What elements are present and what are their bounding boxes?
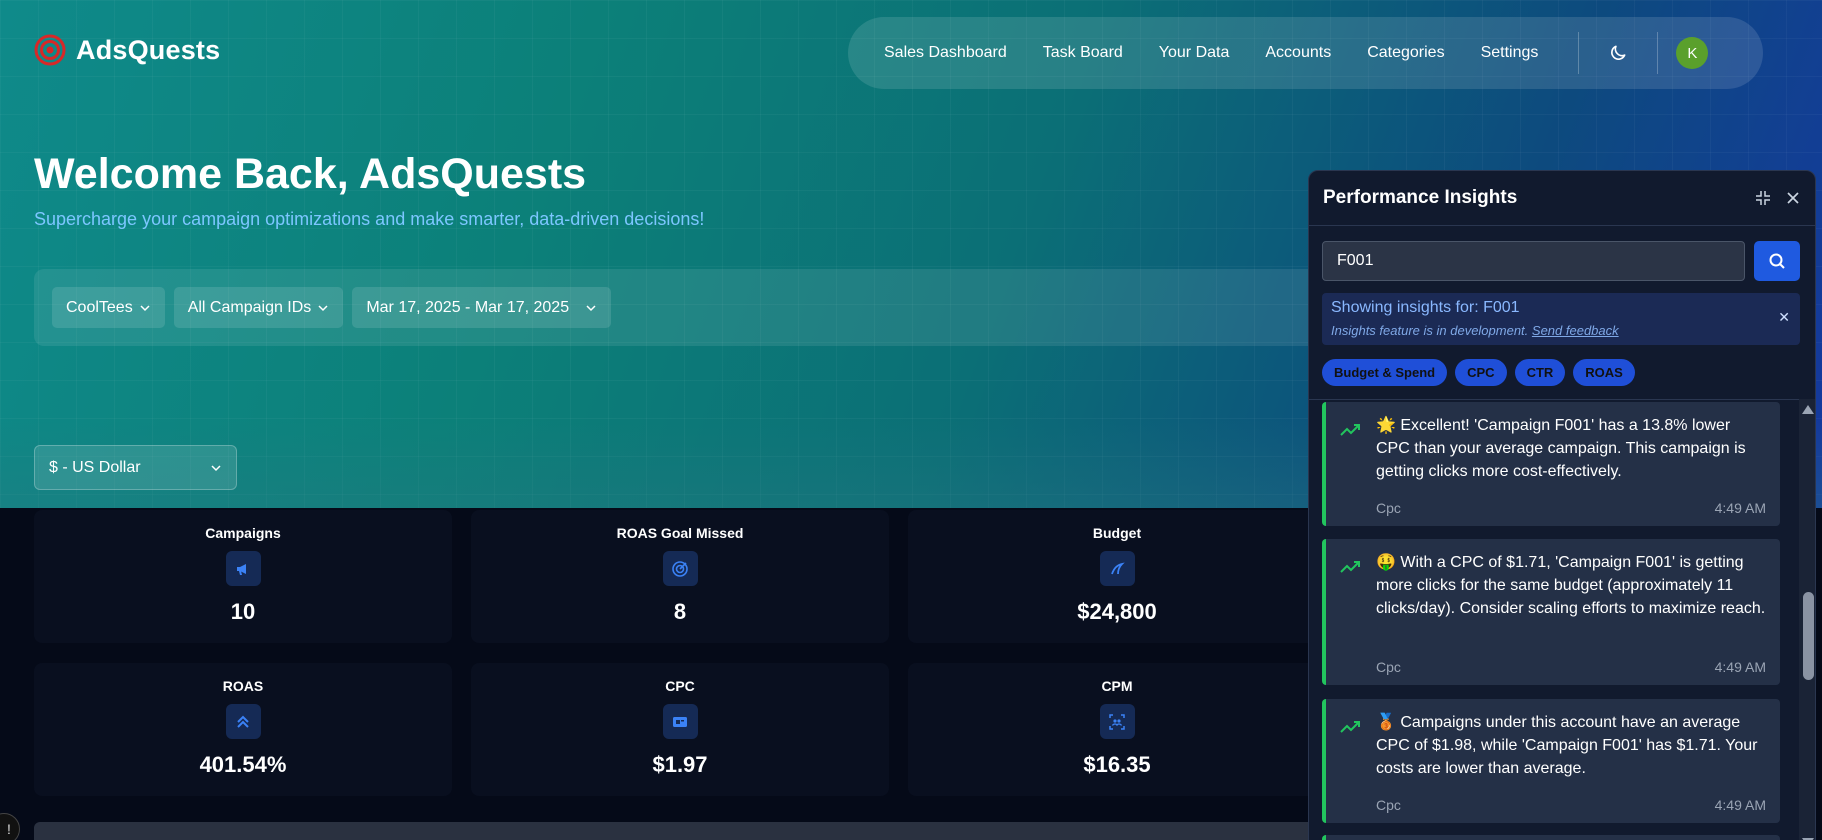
nav-accounts[interactable]: Accounts (1265, 44, 1331, 62)
insight-text: 🥉 Campaigns under this account have an a… (1376, 714, 1758, 777)
page-title: Welcome Back, AdsQuests (34, 150, 587, 198)
send-feedback-link[interactable]: Send feedback (1532, 323, 1619, 338)
account-select-value: CoolTees (66, 298, 133, 316)
chip-cpc[interactable]: CPC (1455, 359, 1507, 386)
currency-select-value: $ - US Dollar (49, 458, 141, 476)
stat-card-cpc: CPC $1.97 (471, 663, 889, 796)
collapse-button[interactable] (1755, 190, 1771, 206)
moon-icon (1611, 45, 1626, 60)
insights-scrollbar[interactable] (1799, 399, 1815, 840)
bill-icon (662, 704, 698, 739)
insight-card: 🥉 Campaigns under this account have an a… (1322, 699, 1780, 823)
stat-value: $16.35 (1083, 752, 1151, 777)
nav-settings[interactable]: Settings (1481, 44, 1539, 62)
stat-label: CPC (665, 678, 695, 694)
target-logo-icon (34, 34, 66, 66)
panel-title: Performance Insights (1323, 187, 1518, 208)
stat-value: $1.97 (652, 752, 708, 777)
notice-title: Showing insights for: F001 (1331, 299, 1520, 316)
campaign-select-value: All Campaign IDs (187, 298, 312, 316)
insight-text: 🤑 With a CPC of $1.71, 'Campaign F001' i… (1376, 554, 1766, 617)
trending-up-icon (1340, 721, 1360, 733)
chip-budget-spend[interactable]: Budget & Spend (1322, 359, 1448, 386)
search-button[interactable] (1754, 241, 1800, 281)
insight-card: 🌟 Excellent! 'Campaign F001' has a 13.8%… (1322, 402, 1780, 526)
notice-subtext: Insights feature is in development. Send… (1331, 323, 1791, 338)
insights-list[interactable]: 🌟 Excellent! 'Campaign F001' has a 13.8%… (1309, 399, 1799, 840)
chevron-down-icon (318, 304, 328, 311)
insights-search-input[interactable] (1322, 241, 1745, 281)
stat-card-campaigns: Campaigns 10 (34, 510, 452, 643)
top-navbar: Sales Dashboard Task Board Your Data Acc… (848, 17, 1763, 89)
stat-value: 401.54% (199, 752, 287, 777)
nav-task-board[interactable]: Task Board (1043, 44, 1123, 62)
date-range-value: Mar 17, 2025 - Mar 17, 2025 (366, 298, 570, 316)
target-icon (662, 551, 698, 586)
stat-card-budget: Budget $24,800 (908, 510, 1326, 643)
money-icon (1099, 551, 1135, 586)
close-notice-button[interactable]: ✕ (1778, 309, 1790, 326)
insight-card: 🤑 With a CPC of $1.71, 'Campaign F001' i… (1322, 539, 1780, 685)
notice-text: Insights feature is in development. (1331, 323, 1529, 338)
campaign-select[interactable]: All Campaign IDs (173, 287, 344, 328)
scroll-up-arrow-icon[interactable] (1802, 405, 1814, 414)
chip-roas[interactable]: ROAS (1573, 359, 1635, 386)
page-subtitle: Supercharge your campaign optimizations … (34, 209, 705, 229)
chevrons-up-icon (225, 704, 261, 739)
nav-divider (1657, 32, 1659, 74)
chip-ctr[interactable]: CTR (1514, 359, 1566, 386)
nav-sales-dashboard[interactable]: Sales Dashboard (884, 44, 1007, 62)
nav-your-data[interactable]: Your Data (1159, 44, 1230, 62)
user-avatar[interactable]: K (1676, 37, 1709, 69)
brand-logo[interactable]: AdsQuests (34, 34, 220, 66)
search-icon (1769, 253, 1785, 269)
stat-label: ROAS (222, 678, 264, 694)
nav-divider (1578, 32, 1580, 74)
chevron-down-icon (140, 304, 150, 311)
date-range-picker[interactable]: Mar 17, 2025 - Mar 17, 2025 (352, 287, 612, 328)
close-icon (1787, 192, 1799, 204)
insights-panel: Performance Insights Showing insights fo… (1308, 170, 1816, 840)
brand-name: AdsQuests (76, 34, 221, 65)
account-select[interactable]: CoolTees (52, 287, 165, 328)
currency-select[interactable]: $ - US Dollar (34, 445, 237, 490)
stat-card-roas: ROAS 401.54% (34, 663, 452, 796)
insight-filter-chips: Budget & Spend CPC CTR ROAS (1322, 359, 1635, 386)
close-panel-button[interactable] (1785, 190, 1801, 206)
insights-search-row (1322, 241, 1800, 281)
insight-time: 4:49 AM (1714, 659, 1766, 675)
scan-users-icon (1099, 704, 1135, 739)
section-card (34, 822, 1334, 840)
theme-toggle-button[interactable] (1607, 42, 1629, 64)
alert-badge[interactable]: ! (0, 813, 20, 840)
trending-up-icon (1340, 561, 1360, 573)
insight-category: Cpc (1376, 659, 1401, 675)
stat-label: ROAS Goal Missed (616, 525, 744, 541)
stat-value: 10 (230, 599, 256, 624)
nav-categories[interactable]: Categories (1367, 44, 1444, 62)
insights-notice: Showing insights for: F001 Insights feat… (1322, 293, 1800, 345)
panel-tools (1755, 190, 1801, 206)
stat-label: Campaigns (205, 525, 281, 541)
insight-time: 4:49 AM (1714, 500, 1766, 516)
chevron-down-icon (586, 304, 596, 311)
insight-time: 4:49 AM (1714, 797, 1766, 813)
panel-header: Performance Insights (1309, 171, 1815, 226)
insight-text: 🌟 Excellent! 'Campaign F001' has a 13.8%… (1376, 417, 1746, 480)
insight-category: Cpc (1376, 500, 1401, 516)
stat-card-cpm: CPM $16.35 (908, 663, 1326, 796)
insight-category: Cpc (1376, 797, 1401, 813)
trending-up-icon (1340, 424, 1360, 436)
stat-value: 8 (673, 599, 687, 624)
stat-value: $24,800 (1077, 599, 1157, 624)
stat-label: Budget (1092, 525, 1142, 541)
stat-card-roas-goal-missed: ROAS Goal Missed 8 (471, 510, 889, 643)
filter-bar: CoolTees All Campaign IDs Mar 17, 2025 -… (34, 269, 1354, 346)
chevron-down-icon (211, 464, 221, 471)
megaphone-icon (225, 551, 261, 586)
minimize-icon (1756, 191, 1770, 205)
insight-card (1322, 835, 1780, 840)
stat-label: CPM (1101, 678, 1133, 694)
scrollbar-thumb[interactable] (1803, 592, 1814, 680)
